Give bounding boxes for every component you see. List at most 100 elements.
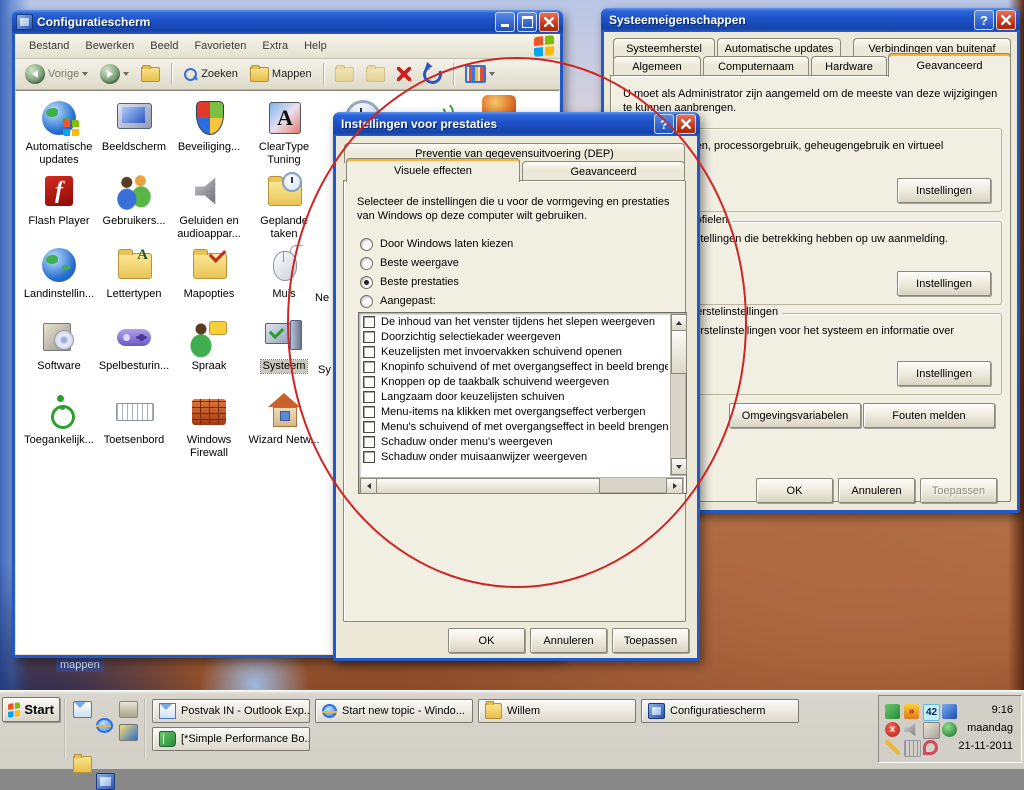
- effect-option[interactable]: Schaduw onder muisaanwijzer weergeven: [359, 449, 668, 464]
- checkbox[interactable]: [363, 376, 375, 388]
- mapopties-icon[interactable]: [189, 245, 229, 285]
- landinstellingen-icon[interactable]: [39, 245, 79, 285]
- checkbox[interactable]: [363, 436, 375, 448]
- forward-button[interactable]: [96, 62, 133, 86]
- tray-chevrons-icon[interactable]: »: [904, 704, 919, 719]
- tray-wand-icon[interactable]: [885, 740, 900, 755]
- minimize-button[interactable]: [495, 12, 515, 32]
- taskbutton-start-new-topic[interactable]: Start new topic - Windo...: [315, 699, 473, 723]
- quicklaunch-show-desktop-icon[interactable]: [119, 701, 138, 718]
- menu-favorieten[interactable]: Favorieten: [186, 37, 254, 55]
- tab-geavanceerd[interactable]: Geavanceerd: [522, 161, 685, 182]
- radio-aangepast[interactable]: [360, 295, 373, 308]
- views-dropdown-caret[interactable]: [489, 72, 495, 76]
- cp-item-toetsenbord[interactable]: Toetsenbord: [97, 391, 171, 447]
- undo-button[interactable]: [419, 63, 446, 86]
- effect-option[interactable]: Langzaam door keuzelijsten schuiven: [359, 389, 668, 404]
- taskbutton-simple-performance[interactable]: [*Simple Performance Bo...: [152, 727, 310, 751]
- effect-option[interactable]: Knopinfo schuivend of met overgangseffec…: [359, 359, 668, 374]
- toepassen-button[interactable]: Toepassen: [612, 628, 689, 653]
- effect-option[interactable]: De inhoud van het venster tijdens het sl…: [359, 314, 668, 329]
- menu-bestand[interactable]: Bestand: [21, 37, 77, 55]
- quicklaunch-outlook-express-icon[interactable]: [73, 701, 92, 718]
- tray-security-alert-icon[interactable]: x: [885, 722, 900, 737]
- cp-item-geluiden[interactable]: Geluiden en audioappar...: [172, 172, 246, 241]
- checkbox[interactable]: [363, 316, 375, 328]
- fouten-melden-button[interactable]: Fouten melden: [863, 403, 995, 428]
- cp-item-cleartype[interactable]: A ClearType Tuning: [247, 98, 321, 167]
- vertical-scroll-thumb[interactable]: [671, 330, 687, 374]
- radio-label[interactable]: Door Windows laten kiezen: [380, 237, 513, 251]
- lettertypen-icon[interactable]: A: [114, 245, 154, 285]
- taskbutton-postvak-in[interactable]: Postvak IN - Outlook Exp...: [152, 699, 310, 723]
- checkbox[interactable]: [363, 391, 375, 403]
- horizontal-scrollbar[interactable]: [359, 477, 684, 493]
- desktop-folder-label-mappen[interactable]: mappen: [56, 658, 104, 672]
- cp-item-spelbesturingen[interactable]: Spelbesturin...: [97, 317, 171, 373]
- tray-lasso-icon[interactable]: [923, 740, 938, 755]
- checkbox[interactable]: [363, 361, 375, 373]
- quicklaunch-window-icon[interactable]: [96, 773, 115, 790]
- effect-option[interactable]: Menu's schuivend of met overgangseffect …: [359, 419, 668, 434]
- horizontal-scroll-thumb[interactable]: [376, 478, 600, 494]
- tab-automatische-updates[interactable]: Automatische updates: [717, 38, 841, 58]
- back-dropdown-caret[interactable]: [82, 72, 88, 76]
- close-button[interactable]: [539, 12, 559, 32]
- move-to-button[interactable]: [331, 65, 358, 84]
- geluiden-icon[interactable]: [189, 172, 229, 212]
- radio-label[interactable]: Aangepast:: [380, 294, 436, 308]
- radio-beste-weergave[interactable]: [360, 257, 373, 270]
- software-icon[interactable]: [39, 317, 79, 357]
- tray-clock-time[interactable]: 9:16: [943, 704, 1013, 716]
- effect-option[interactable]: Doorzichtig selectiekader weergeven: [359, 329, 668, 344]
- tray-utility-icon[interactable]: [923, 722, 940, 739]
- search-button[interactable]: Zoeken: [179, 65, 242, 84]
- toegankelijkheid-icon[interactable]: [39, 391, 79, 431]
- cp-item-toegankelijkheid[interactable]: Toegankelijk...: [22, 391, 96, 447]
- effect-option[interactable]: Schaduw onder menu's weergeven: [359, 434, 668, 449]
- systeem-icon[interactable]: [264, 317, 304, 357]
- sysprops-titlebar[interactable]: Systeemeigenschappen ?: [601, 8, 1020, 32]
- omgevingsvariabelen-button[interactable]: Omgevingsvariabelen: [729, 403, 861, 428]
- cp-item-systeem[interactable]: Systeem: [247, 317, 321, 373]
- checkbox[interactable]: [363, 421, 375, 433]
- tab-algemeen[interactable]: Algemeen: [613, 56, 701, 77]
- spelbesturingen-icon[interactable]: [114, 317, 154, 357]
- radio-door-windows[interactable]: [360, 238, 373, 251]
- cp-item-geplande-taken[interactable]: Geplande taken: [247, 172, 321, 241]
- annuleren-button[interactable]: Annuleren: [530, 628, 607, 653]
- menu-extra[interactable]: Extra: [254, 37, 296, 55]
- vertical-scrollbar[interactable]: [670, 313, 686, 476]
- quicklaunch-folder-icon[interactable]: [73, 756, 92, 773]
- quicklaunch-media-icon[interactable]: [119, 724, 138, 741]
- gebruikers-icon[interactable]: [114, 172, 154, 212]
- views-button[interactable]: [461, 63, 499, 85]
- tray-book-icon[interactable]: [885, 704, 900, 719]
- flash-player-icon[interactable]: f: [39, 172, 79, 212]
- cp-item-gebruikers[interactable]: Gebruikers...: [97, 172, 171, 228]
- prestaties-instellingen-button[interactable]: Instellingen: [897, 178, 991, 203]
- radio-label[interactable]: Beste weergave: [380, 256, 459, 270]
- menu-beeld[interactable]: Beeld: [142, 37, 186, 55]
- tray-keyboard-icon[interactable]: [904, 740, 921, 757]
- checkbox[interactable]: [363, 406, 375, 418]
- help-button[interactable]: ?: [654, 114, 674, 134]
- scroll-left-button[interactable]: [360, 478, 377, 494]
- cp-item-software[interactable]: Software: [22, 317, 96, 373]
- tab-geavanceerd[interactable]: Geavanceerd: [888, 53, 1011, 77]
- toepassen-button[interactable]: Toepassen: [920, 478, 997, 503]
- cp-item-landinstellingen[interactable]: Landinstellin...: [22, 245, 96, 301]
- tab-computernaam[interactable]: Computernaam: [703, 56, 809, 77]
- menu-bewerken[interactable]: Bewerken: [77, 37, 142, 55]
- toetsenbord-icon[interactable]: [114, 391, 154, 431]
- effect-option[interactable]: Knoppen op de taakbalk schuivend weergev…: [359, 374, 668, 389]
- start-button[interactable]: Start: [2, 697, 60, 722]
- spraak-icon[interactable]: [189, 317, 229, 357]
- cp-item-muis[interactable]: Muis: [247, 245, 321, 301]
- taskbutton-configuratiescherm[interactable]: Configuratiescherm: [641, 699, 799, 723]
- menu-help[interactable]: Help: [296, 37, 335, 55]
- cp-titlebar[interactable]: Configuratiescherm: [12, 10, 563, 34]
- muis-icon[interactable]: [264, 245, 304, 285]
- partial-icon-label[interactable]: Sy: [318, 364, 331, 376]
- scroll-right-button[interactable]: [666, 478, 683, 494]
